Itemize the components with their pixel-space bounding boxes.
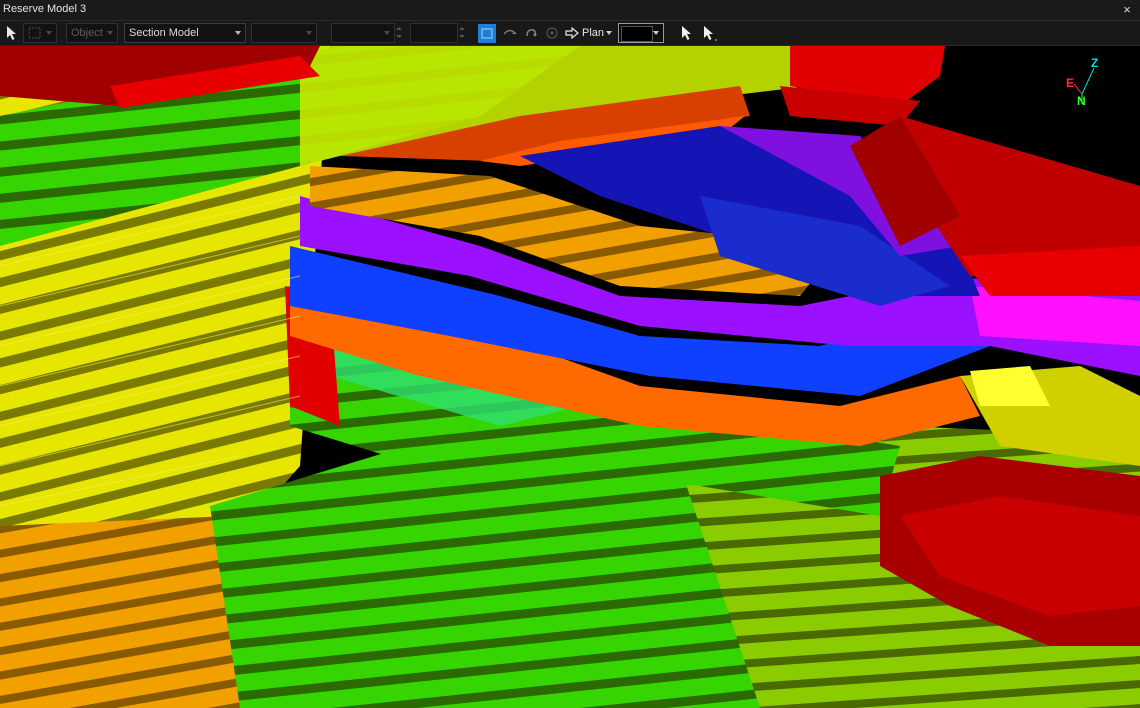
selection-box-icon [28,27,41,39]
3d-viewport[interactable]: Z E N [0,46,1140,708]
chevron-down-icon [653,31,659,35]
plan-view-label: Plan [582,27,605,39]
chevron-down-icon [107,31,113,35]
close-button[interactable]: × [1120,2,1134,18]
section-step-field[interactable] [410,23,465,43]
select-pointer-button[interactable] [2,23,22,43]
e-axis-label: E [1066,76,1074,90]
rotate-icon [503,29,517,35]
section-width-field[interactable] [331,23,402,43]
chevron-down-icon [235,31,241,35]
window-title: Reserve Model 3 [3,3,87,15]
reserve-model-window: Reserve Model 3 × Object Section Model P… [0,0,1140,708]
pointer-icon [704,26,717,41]
background-color-picker[interactable] [618,23,664,43]
rotate-view-button[interactable] [500,23,520,43]
object-dropdown-label: Object [71,27,103,39]
undo-icon [526,29,537,37]
target-button[interactable] [542,23,562,43]
chevron-down-icon [384,31,390,35]
section-model-dropdown[interactable]: Section Model [124,23,246,43]
target-icon [546,27,558,39]
section-view-icon [481,28,493,39]
block-model-scene[interactable]: Z E N [0,46,1140,708]
chevron-down-icon [306,31,312,35]
section-model-value: Section Model [129,27,199,39]
chevron-down-icon [606,31,612,35]
pointer-icon [7,26,16,40]
chevron-down-icon [46,31,52,35]
view-toolbar: Object Section Model Plan [0,21,1140,46]
selection-mode-dropdown[interactable] [23,23,57,43]
z-axis-label: Z [1091,56,1098,70]
plan-view-button[interactable]: Plan [563,23,615,43]
section-offset-field[interactable] [251,23,317,43]
object-dropdown[interactable]: Object [66,23,118,43]
undo-view-button[interactable] [521,23,541,43]
arrow-right-icon [565,26,579,40]
pick-pointer-button[interactable] [677,23,697,43]
title-bar: Reserve Model 3 × [0,0,1140,21]
section-view-toggle-button[interactable] [478,24,496,43]
n-axis-label: N [1077,94,1086,108]
color-swatch [621,26,653,42]
section-width-spinner[interactable] [395,24,403,42]
south-west-orange-benches [0,516,250,708]
pointer-icon [682,26,691,40]
section-step-spinner[interactable] [458,24,466,42]
query-pointer-button[interactable] [699,23,719,43]
